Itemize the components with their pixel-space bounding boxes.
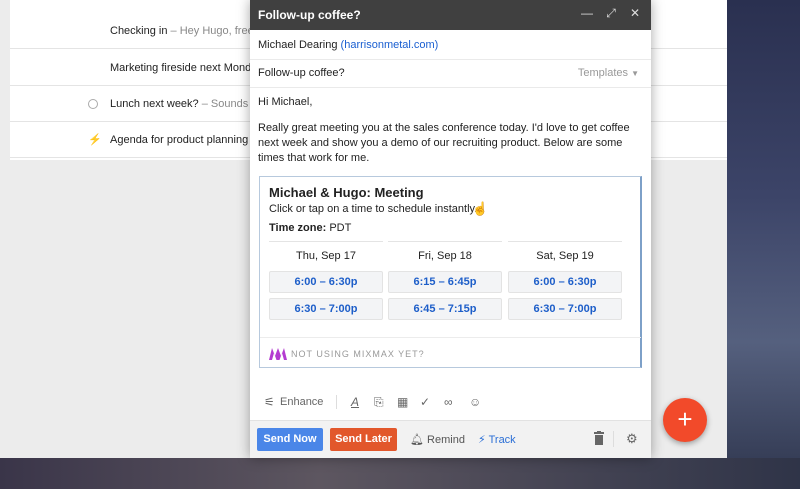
emoji-icon[interactable]: ☺ bbox=[469, 395, 481, 409]
reminder-circle-icon[interactable] bbox=[88, 99, 98, 109]
compose-fab-button[interactable]: + bbox=[663, 398, 707, 442]
lightning-icon: ⚡ bbox=[88, 134, 102, 146]
compose-title: Follow-up coffee? bbox=[258, 8, 361, 22]
lightning-icon: ⚡︎ bbox=[478, 434, 486, 446]
subject-value: Follow-up coffee? bbox=[258, 67, 345, 79]
compose-header: Follow-up coffee? — ⤢ ✕ bbox=[250, 0, 651, 30]
pointer-hand-icon: ☝ bbox=[472, 201, 489, 216]
text-format-icon[interactable]: A bbox=[351, 395, 359, 409]
card-footer: NOT USING MIXMAX YET? bbox=[260, 337, 641, 367]
toolbar-divider bbox=[336, 395, 337, 409]
mixmax-promo-link[interactable]: NOT USING MIXMAX YET? bbox=[291, 349, 425, 359]
expand-icon[interactable]: ⤢ bbox=[604, 6, 618, 21]
templates-dropdown[interactable]: Templates ▼ bbox=[578, 67, 639, 79]
gear-icon[interactable]: ⚙ bbox=[626, 431, 638, 447]
calendar-icon[interactable]: ▦ bbox=[397, 395, 408, 409]
subject-field[interactable]: Follow-up coffee? Templates ▼ bbox=[250, 58, 651, 88]
chevron-down-icon: ▼ bbox=[631, 69, 639, 78]
inbox-subject: Checking in bbox=[110, 25, 168, 37]
desktop-wallpaper bbox=[727, 0, 800, 489]
send-later-button[interactable]: Send Later bbox=[330, 428, 397, 451]
send-now-button[interactable]: Send Now bbox=[257, 428, 323, 451]
card-title: Michael & Hugo: Meeting bbox=[269, 185, 424, 200]
templates-label: Templates bbox=[577, 67, 629, 79]
day-column: Sat, Sep 19 6:00 – 6:30p 6:30 – 7:00p bbox=[508, 241, 622, 325]
action-bar: Send Now Send Later 🔔︎ Remind ⚡︎ Track ⚙ bbox=[250, 420, 651, 458]
time-slot-button[interactable]: 6:30 – 7:00p bbox=[269, 298, 383, 320]
recipient-domain: (harrisonmetal.com) bbox=[340, 39, 439, 51]
compose-window: Follow-up coffee? — ⤢ ✕ Michael Dearing … bbox=[250, 0, 651, 458]
day-label: Fri, Sep 18 bbox=[388, 241, 502, 271]
mixmax-logo-icon bbox=[269, 348, 287, 360]
day-label: Thu, Sep 17 bbox=[269, 241, 383, 271]
format-toolbar: ⚟ Enhance A ⎘ ▦ ✓ ∞ ☺ bbox=[250, 390, 651, 414]
greeting[interactable]: Hi Michael, bbox=[258, 95, 643, 110]
timezone-value: PDT bbox=[329, 222, 352, 234]
desktop-wallpaper-bottom bbox=[0, 458, 800, 489]
card-subtitle: Click or tap on a time to schedule insta… bbox=[269, 203, 478, 215]
inbox-snippet: – Sounds g bbox=[198, 98, 258, 110]
close-icon[interactable]: ✕ bbox=[628, 6, 642, 20]
time-slot-button[interactable]: 6:15 – 6:45p bbox=[388, 271, 502, 293]
time-slot-button[interactable]: 6:00 – 6:30p bbox=[269, 271, 383, 293]
day-column: Fri, Sep 18 6:15 – 6:45p 6:45 – 7:15p bbox=[388, 241, 502, 325]
time-slot-button[interactable]: 6:00 – 6:30p bbox=[508, 271, 622, 293]
bell-icon: 🔔︎ bbox=[410, 434, 424, 446]
meeting-card: Michael & Hugo: Meeting Click or tap on … bbox=[259, 176, 642, 368]
enhance-button[interactable]: Enhance bbox=[280, 396, 323, 408]
remind-label: Remind bbox=[427, 434, 465, 446]
message-body[interactable]: Really great meeting you at the sales co… bbox=[258, 121, 643, 166]
attachment-icon[interactable]: ⎘ bbox=[374, 395, 384, 410]
inbox-snippet: – Hey Hugo, free bbox=[167, 25, 254, 37]
recipient-name: Michael Dearing bbox=[258, 39, 338, 51]
track-label: Track bbox=[488, 434, 516, 446]
time-slot-button[interactable]: 6:30 – 7:00p bbox=[508, 298, 622, 320]
to-field[interactable]: Michael Dearing (harrisonmetal.com) bbox=[250, 30, 651, 60]
action-divider bbox=[613, 431, 614, 447]
magic-wand-icon[interactable]: ⚟ bbox=[264, 395, 275, 409]
day-column: Thu, Sep 17 6:00 – 6:30p 6:30 – 7:00p bbox=[269, 241, 383, 325]
time-slot-button[interactable]: 6:45 – 7:15p bbox=[388, 298, 502, 320]
track-button[interactable]: ⚡︎ Track bbox=[478, 433, 516, 446]
day-label: Sat, Sep 19 bbox=[508, 241, 622, 271]
link-icon[interactable]: ∞ bbox=[444, 395, 453, 409]
inbox-subject: Agenda for product planning r bbox=[110, 134, 255, 146]
trash-icon[interactable] bbox=[593, 431, 605, 445]
timezone-label: Time zone: bbox=[269, 222, 327, 234]
inbox-subject: Lunch next week? bbox=[110, 98, 199, 110]
minimize-icon[interactable]: — bbox=[580, 6, 594, 20]
remind-button[interactable]: 🔔︎ Remind bbox=[410, 433, 465, 446]
inbox-subject: Marketing fireside next Monda bbox=[110, 62, 258, 74]
checkmark-circle-icon[interactable]: ✓ bbox=[420, 395, 430, 409]
